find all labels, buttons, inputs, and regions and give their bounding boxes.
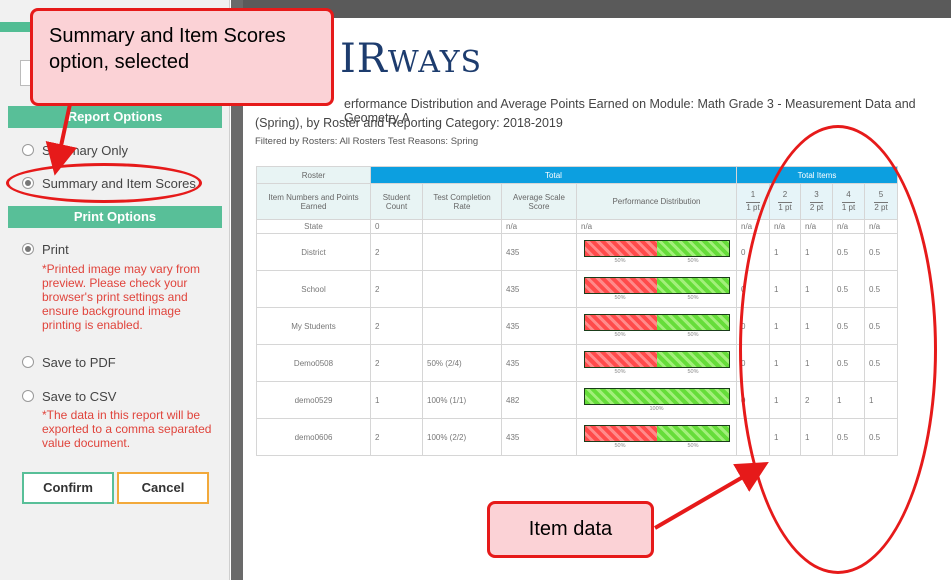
bar-segment-below	[584, 315, 657, 330]
avg-scale-score: 435	[501, 418, 577, 456]
student-count: 2	[370, 307, 423, 345]
bar-segment-above	[584, 389, 729, 404]
completion-rate: 100% (2/2)	[422, 418, 502, 456]
col-performance-dist: Performance Distribution	[576, 183, 737, 220]
roster-name: District	[256, 233, 371, 271]
radio-summary-only[interactable]	[22, 144, 34, 156]
option-save-csv[interactable]: Save to CSV	[22, 389, 116, 404]
roster-name: demo0529	[256, 381, 371, 419]
completion-rate	[422, 270, 502, 308]
bar-label: 50%	[614, 258, 626, 264]
completion-rate	[422, 233, 502, 271]
bar-segment-below	[584, 352, 657, 367]
callout-item-data: Item data	[487, 501, 654, 558]
performance-distribution: 50% 50%	[576, 418, 737, 456]
option-save-pdf-label: Save to PDF	[42, 355, 116, 370]
col-avg-scale-score: Average Scale Score	[501, 183, 577, 220]
performance-distribution: 50% 50%	[576, 233, 737, 271]
bar-segment-above	[656, 426, 729, 441]
bar-label: 50%	[687, 443, 699, 449]
distribution-bar	[583, 240, 730, 257]
roster-name: Demo0508	[256, 344, 371, 382]
report-options-header: Report Options	[8, 106, 222, 128]
roster-name: demo0606	[256, 418, 371, 456]
roster-group-header: Roster	[256, 166, 371, 184]
completion-rate: 50% (2/4)	[422, 344, 502, 382]
roster-name: School	[256, 270, 371, 308]
completion-rate: 100% (1/1)	[422, 381, 502, 419]
report-title-line2: (Spring), by Roster and Reporting Catego…	[255, 116, 563, 130]
performance-distribution: 50% 50%	[576, 307, 737, 345]
avg-scale-score: 435	[501, 307, 577, 345]
report-filter-line: Filtered by Rosters: All Rosters Test Re…	[255, 136, 479, 147]
callout-summary-option: Summary and Item Scores option, selected	[30, 8, 334, 106]
col-completion-rate: Test Completion Rate	[422, 183, 502, 220]
cancel-button[interactable]: Cancel	[117, 472, 209, 504]
completion-rate	[422, 307, 502, 345]
distribution-bar	[583, 351, 730, 368]
option-save-pdf[interactable]: Save to PDF	[22, 355, 116, 370]
bar-segment-above	[656, 352, 729, 367]
bar-segment-above	[656, 315, 729, 330]
highlight-oval-items	[739, 125, 937, 574]
bar-label: 50%	[687, 258, 699, 264]
bar-segment-above	[656, 241, 729, 256]
report-top-bar	[243, 0, 951, 18]
bar-label: 50%	[614, 295, 626, 301]
radio-save-csv[interactable]	[22, 390, 34, 402]
print-note: *Printed image may vary from preview. Pl…	[42, 262, 201, 332]
roster-name: My Students	[256, 307, 371, 345]
option-summary-only-label: Summary Only	[42, 143, 128, 158]
student-count: 2	[370, 233, 423, 271]
logo: IRWAYS	[340, 36, 483, 82]
col-student-count: Student Count	[370, 183, 423, 220]
avg-scale-score: 435	[501, 233, 577, 271]
avg-scale-score: 482	[501, 381, 577, 419]
bar-label: 50%	[614, 332, 626, 338]
avg-scale-score: 435	[501, 344, 577, 382]
total-group-header: Total	[370, 166, 737, 184]
bar-segment-below	[584, 278, 657, 293]
col-item-numbers: Item Numbers and Points Earned	[256, 183, 371, 220]
avg-scale-score: 435	[501, 270, 577, 308]
student-count: 2	[370, 418, 423, 456]
bar-segment-below	[584, 426, 657, 441]
distribution-bar	[583, 314, 730, 331]
bar-label: 50%	[614, 369, 626, 375]
distribution-bar	[583, 277, 730, 294]
performance-distribution: 50% 50%	[576, 344, 737, 382]
confirm-button[interactable]: Confirm	[22, 472, 114, 504]
option-print[interactable]: Print	[22, 242, 69, 257]
highlight-oval-option	[6, 163, 202, 203]
bar-label: 50%	[687, 295, 699, 301]
student-count: 1	[370, 381, 423, 419]
option-summary-only[interactable]: Summary Only	[22, 143, 128, 158]
print-options-header: Print Options	[8, 206, 222, 228]
distribution-bar	[583, 425, 730, 442]
option-print-label: Print	[42, 242, 69, 257]
radio-print[interactable]	[22, 243, 34, 255]
bar-segment-below	[584, 241, 657, 256]
bar-segment-above	[656, 278, 729, 293]
distribution-bar	[583, 388, 730, 405]
student-count: 2	[370, 344, 423, 382]
option-save-csv-label: Save to CSV	[42, 389, 117, 404]
bar-label: 50%	[687, 369, 699, 375]
csv-note: *The data in this report will be exporte…	[42, 408, 212, 450]
bar-label: 50%	[614, 443, 626, 449]
radio-save-pdf[interactable]	[22, 356, 34, 368]
student-count: 2	[370, 270, 423, 308]
performance-distribution: 100%	[576, 381, 737, 419]
performance-distribution: 50% 50%	[576, 270, 737, 308]
bar-label: 50%	[687, 332, 699, 338]
bar-label: 100%	[649, 406, 664, 412]
